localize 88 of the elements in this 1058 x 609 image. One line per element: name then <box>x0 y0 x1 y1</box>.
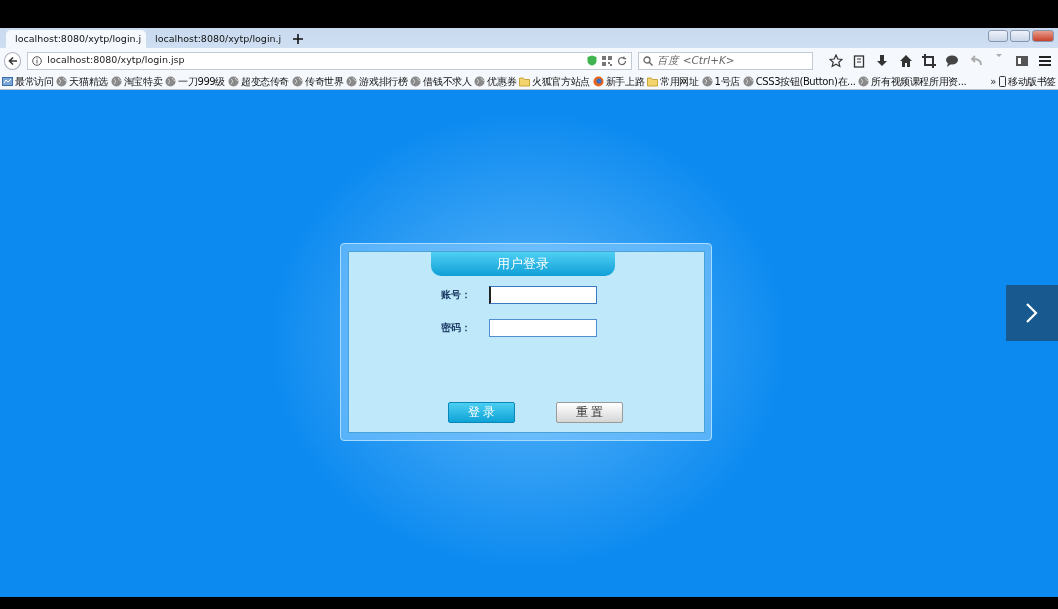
close-button[interactable] <box>1032 30 1054 42</box>
globe-icon <box>410 75 422 87</box>
bookmark-item[interactable]: 淘宝特卖 <box>110 73 163 89</box>
minimize-button[interactable] <box>988 30 1008 42</box>
bookmark-item[interactable]: 1号店 <box>701 73 740 89</box>
field-label: 账号： <box>441 287 472 302</box>
reset-button[interactable]: 重 置 <box>556 402 623 423</box>
toolbar-button[interactable] <box>920 53 938 68</box>
folder-icon <box>519 75 531 87</box>
dropdown-caret-icon <box>995 53 1002 57</box>
bookmark-label: 火狐官方站点 <box>532 74 590 89</box>
tab-title: localhost:8080/xytp/login.j <box>15 31 142 46</box>
address-bar[interactable]: localhost:8080/xytp/login.jsp <box>27 51 633 70</box>
crop-icon <box>921 53 936 68</box>
reload-icon <box>617 55 628 66</box>
bookmark-item[interactable]: 天猫精选 <box>56 73 108 89</box>
bookmark-item[interactable]: 游戏排行榜 <box>346 73 408 89</box>
bookmark-item[interactable]: 传奇世界 <box>291 73 344 89</box>
bookmark-label: 超变态传奇 <box>240 74 289 89</box>
bookmark-item[interactable]: CSS3按钮(Button)在... <box>742 73 856 89</box>
bookmark-item[interactable]: 借钱不求人 <box>410 73 472 89</box>
toolbar-button[interactable] <box>1036 53 1054 68</box>
reader-icon <box>1015 53 1030 68</box>
bookmark-label: 所有视频课程所用资... <box>871 74 967 89</box>
bookmark-label: 淘宝特卖 <box>123 74 163 89</box>
globe-icon <box>742 75 754 87</box>
download-icon <box>875 53 890 68</box>
globe-icon <box>858 75 870 87</box>
url-text: localhost:8080/xytp/login.jsp <box>47 53 185 68</box>
globe-icon <box>165 75 177 87</box>
bookmark-item[interactable]: 一刀999级 <box>165 73 225 89</box>
bookmark-item[interactable]: 优惠券 <box>474 73 517 89</box>
bookmark-item[interactable]: 最常访问 <box>2 73 54 89</box>
input-field[interactable] <box>489 319 597 337</box>
bookmark-label: 一刀999级 <box>178 74 225 89</box>
globe-icon <box>227 75 239 87</box>
restore-button[interactable] <box>1010 30 1030 42</box>
bookmark-item[interactable]: 火狐官方站点 <box>519 73 590 89</box>
bookmark-item[interactable]: 所有视频课程所用资... <box>858 73 967 89</box>
toolbar-button[interactable] <box>943 53 961 68</box>
bookmark-label: 借钱不求人 <box>423 74 472 89</box>
clipboard-icon <box>852 53 867 68</box>
search-icon <box>643 55 654 66</box>
fox-globe-icon <box>592 75 604 87</box>
chevron-right-icon <box>1025 303 1039 323</box>
globe-icon <box>701 75 713 87</box>
globe-icon <box>56 75 68 87</box>
browser-tab[interactable]: localhost:8080/xytp/login.j <box>6 30 146 48</box>
globe-icon <box>474 75 486 87</box>
search-field[interactable]: 百度 <Ctrl+K> <box>638 51 814 70</box>
star-icon <box>828 53 843 68</box>
bookmark-label: 天猫精选 <box>69 74 108 89</box>
bookmark-item[interactable]: 新手上路 <box>592 73 645 89</box>
globe-icon <box>110 75 122 87</box>
bookmark-label: 游戏排行榜 <box>359 74 408 89</box>
globe-icon <box>291 75 303 87</box>
browser-tab[interactable]: localhost:8080/xytp/login.j <box>146 30 286 48</box>
folder-icon <box>647 75 659 87</box>
bookmark-label: CSS3按钮(Button)在... <box>755 74 856 89</box>
field-label: 密码： <box>441 320 472 335</box>
bookmark-item[interactable]: 移动版书签 <box>999 73 1056 89</box>
bookmark-label: 1号店 <box>714 74 740 89</box>
phone-icon <box>999 75 1006 87</box>
back-arrow-icon <box>7 55 18 66</box>
toolbar-button[interactable] <box>1013 53 1031 68</box>
search-placeholder: 百度 <Ctrl+K> <box>657 52 735 68</box>
info-icon <box>32 55 43 66</box>
chat-bubble-icon <box>945 53 960 68</box>
tab-title: localhost:8080/xytp/login.j <box>155 31 282 46</box>
input-field[interactable] <box>489 286 597 304</box>
bookmark-label: 优惠券 <box>487 74 517 89</box>
back-button[interactable] <box>4 51 22 70</box>
overflow-chevron[interactable]: » <box>990 73 996 89</box>
bookmark-label: 传奇世界 <box>304 74 344 89</box>
menu-icon <box>1038 53 1053 68</box>
bookmark-item[interactable]: 超变态传奇 <box>227 73 289 89</box>
bookmark-item[interactable]: 常用网址 <box>647 73 699 89</box>
bookmark-label: 移动版书签 <box>1008 74 1056 89</box>
shield-icon <box>587 55 598 66</box>
qr-code-icon <box>602 55 613 66</box>
bookmark-label: 常用网址 <box>660 74 699 89</box>
bookmark-label: 新手上路 <box>605 74 645 89</box>
toolbar-button[interactable] <box>827 53 845 68</box>
bookmark-label: 最常访问 <box>15 74 54 89</box>
undo-icon <box>968 53 983 68</box>
plus-icon <box>292 33 304 45</box>
globe-icon <box>346 75 358 87</box>
home-icon <box>898 53 913 68</box>
